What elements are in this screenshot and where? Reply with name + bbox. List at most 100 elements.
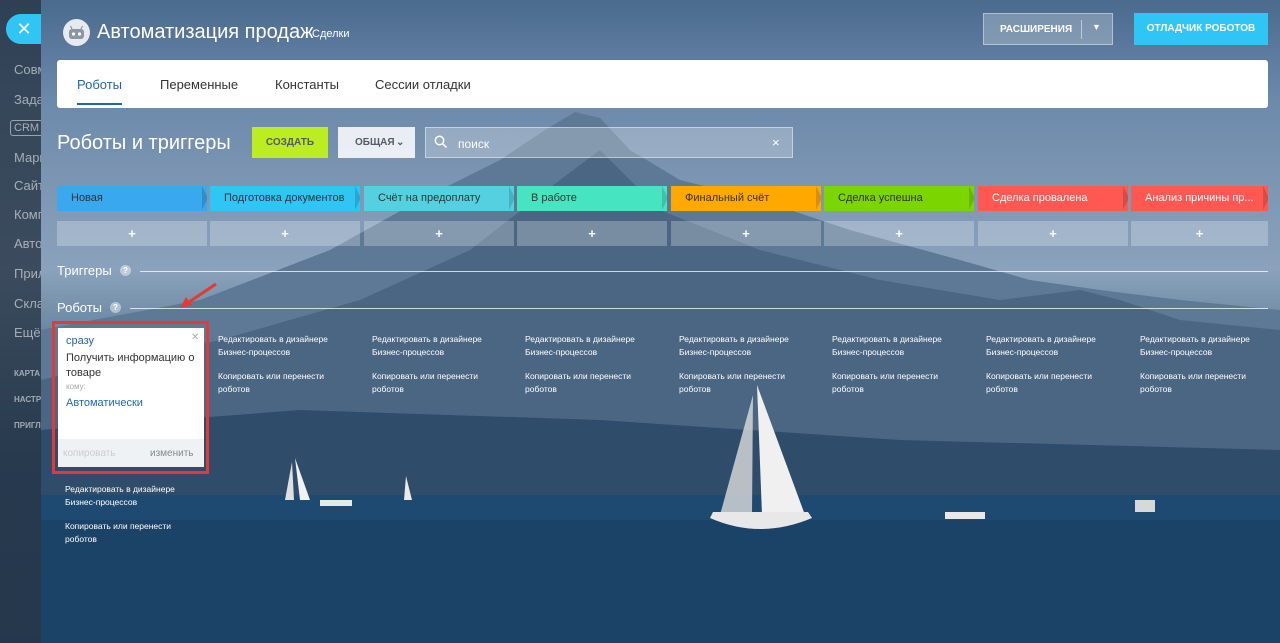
copy-move-link[interactable]: роботов — [1140, 383, 1250, 396]
clear-icon[interactable]: × — [772, 135, 780, 150]
copy-move-link[interactable]: роботов — [372, 383, 482, 396]
copy-move-link[interactable]: Копировать или перенести — [218, 370, 328, 383]
designer-link[interactable]: Редактировать в дизайнере — [832, 333, 942, 346]
search-icon — [434, 135, 448, 149]
sidebar-item[interactable]: Совм — [14, 62, 41, 77]
copy-move-link[interactable]: роботов — [525, 383, 635, 396]
close-icon[interactable]: ✕ — [191, 332, 199, 343]
designer-link[interactable]: Бизнес-процессов — [525, 346, 635, 359]
sidebar-item[interactable]: Комп — [14, 207, 41, 222]
stage-header[interactable]: Подготовка документов — [210, 186, 360, 211]
sidebar-section[interactable]: НАСТР — [14, 395, 41, 404]
sidebar-item[interactable]: Марк — [14, 150, 41, 165]
add-trigger-button[interactable]: + — [1131, 221, 1268, 246]
search-input[interactable]: поиск × — [425, 127, 793, 158]
stage-header[interactable]: Сделка успешна — [824, 186, 974, 211]
robots-label: Роботы — [57, 300, 103, 315]
copy-move-link[interactable]: Копировать или перенести — [65, 520, 175, 533]
designer-link[interactable]: Бизнес-процессов — [372, 346, 482, 359]
create-button[interactable]: СОЗДАТЬ — [252, 127, 328, 158]
divider — [1081, 20, 1082, 39]
sidebar-item[interactable]: Авто — [14, 236, 41, 251]
edit-button[interactable]: изменить — [150, 448, 194, 459]
chevron-down-icon[interactable]: ▼ — [1092, 22, 1101, 32]
robot-card-footer: копировать изменить — [58, 439, 204, 467]
sidebar-section[interactable]: КАРТА — [14, 369, 40, 378]
robot-card[interactable]: сразу ✕ Получить информацию о товаре ком… — [58, 328, 204, 467]
designer-link[interactable]: Редактировать в дизайнере — [525, 333, 635, 346]
copy-move-link[interactable]: Копировать или перенести — [986, 370, 1096, 383]
add-trigger-button[interactable]: + — [210, 221, 360, 246]
designer-link[interactable]: Редактировать в дизайнере — [65, 483, 175, 496]
add-trigger-button[interactable]: + — [517, 221, 667, 246]
column-links: Редактировать в дизайнере Бизнес-процесс… — [218, 333, 328, 396]
sidebar-item[interactable]: Прил — [14, 266, 41, 281]
column-links: Редактировать в дизайнере Бизнес-процесс… — [372, 333, 482, 396]
column-links: Редактировать в дизайнере Бизнес-процесс… — [525, 333, 635, 396]
designer-link[interactable]: Редактировать в дизайнере — [372, 333, 482, 346]
divider — [130, 308, 1268, 309]
tab-debug-sessions[interactable]: Сессии отладки — [375, 77, 471, 92]
designer-link[interactable]: Редактировать в дизайнере — [679, 333, 789, 346]
copy-move-link[interactable]: Копировать или перенести — [372, 370, 482, 383]
help-icon[interactable]: ? — [110, 302, 121, 313]
copy-move-link[interactable]: роботов — [65, 533, 175, 546]
robot-timing-link[interactable]: сразу — [66, 335, 94, 347]
triggers-label: Триггеры — [57, 263, 112, 278]
add-trigger-button[interactable]: + — [364, 221, 514, 246]
copy-move-link[interactable]: роботов — [986, 383, 1096, 396]
copy-move-link[interactable]: роботов — [218, 383, 328, 396]
stage-header[interactable]: В работе — [517, 186, 667, 211]
stage-header[interactable]: Сделка провалена — [978, 186, 1128, 211]
robot-logo-icon — [63, 19, 90, 46]
sidebar-section[interactable]: ПРИГЛ — [14, 421, 41, 430]
section-heading: Роботы и триггеры — [57, 132, 231, 154]
designer-link[interactable]: Бизнес-процессов — [679, 346, 789, 359]
designer-link[interactable]: Редактировать в дизайнере — [986, 333, 1096, 346]
designer-link[interactable]: Бизнес-процессов — [832, 346, 942, 359]
page-subtitle: Сделки — [312, 28, 350, 40]
designer-link[interactable]: Бизнес-процессов — [1140, 346, 1250, 359]
designer-link[interactable]: Редактировать в дизайнере — [218, 333, 328, 346]
stage-header[interactable]: Финальный счёт — [671, 186, 821, 211]
column-links: Редактировать в дизайнере Бизнес-процесс… — [986, 333, 1096, 396]
designer-link[interactable]: Бизнес-процессов — [218, 346, 328, 359]
add-trigger-button[interactable]: + — [671, 221, 821, 246]
general-dropdown[interactable]: ОБЩАЯ ⌄ — [338, 127, 415, 158]
copy-move-link[interactable]: Копировать или перенести — [525, 370, 635, 383]
add-trigger-button[interactable]: + — [978, 221, 1128, 246]
add-trigger-button[interactable]: + — [57, 221, 207, 246]
sidebar-item[interactable]: Скла — [14, 296, 41, 311]
help-icon[interactable]: ? — [120, 265, 131, 276]
designer-link[interactable]: Редактировать в дизайнере — [1140, 333, 1250, 346]
stage-header[interactable]: Счёт на предоплату — [364, 186, 514, 211]
annotation-arrow-icon — [180, 282, 217, 308]
column-links: Редактировать в дизайнере Бизнес-процесс… — [679, 333, 789, 396]
copy-button[interactable]: копировать — [63, 448, 116, 459]
robot-debugger-button[interactable]: ОТЛАДЧИК РОБОТОВ — [1134, 13, 1268, 45]
copy-move-link[interactable]: роботов — [832, 383, 942, 396]
sidebar-item[interactable]: Зада — [14, 92, 41, 107]
copy-move-link[interactable]: Копировать или перенести — [1140, 370, 1250, 383]
sidebar-item[interactable]: Ещё — [14, 325, 41, 340]
close-icon[interactable]: ✕ — [6, 14, 41, 44]
copy-move-link[interactable]: Копировать или перенести — [832, 370, 942, 383]
tab-robots[interactable]: Роботы — [77, 77, 123, 105]
tab-constants[interactable]: Константы — [275, 77, 339, 92]
search-placeholder: поиск — [458, 137, 490, 151]
sidebar-item-crm[interactable]: CRM — [10, 120, 41, 136]
sidebar-item[interactable]: Сайт — [14, 178, 41, 193]
extensions-button[interactable]: РАСШИРЕНИЯ ▼ — [983, 13, 1113, 45]
designer-link[interactable]: Бизнес-процессов — [65, 496, 175, 509]
designer-link[interactable]: Бизнес-процессов — [986, 346, 1096, 359]
copy-move-link[interactable]: Копировать или перенести — [679, 370, 789, 383]
general-label: ОБЩАЯ — [355, 137, 395, 148]
stage-header[interactable]: Анализ причины пр... — [1131, 186, 1268, 211]
divider — [140, 271, 1268, 272]
copy-move-link[interactable]: роботов — [679, 383, 789, 396]
add-trigger-button[interactable]: + — [824, 221, 974, 246]
assignee-label: кому: — [66, 382, 86, 391]
stage-header[interactable]: Новая — [57, 186, 207, 211]
tab-variables[interactable]: Переменные — [160, 77, 238, 92]
assignee-link[interactable]: Автоматически — [66, 397, 143, 409]
